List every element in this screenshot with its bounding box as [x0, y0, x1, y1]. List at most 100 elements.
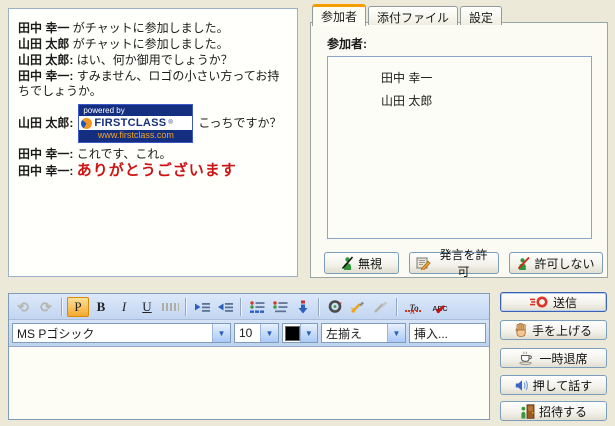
invite-button[interactable]: 招待する	[500, 401, 607, 421]
message-text-emphasis: ありがとうございます	[77, 162, 237, 179]
italic-button[interactable]: I	[113, 297, 135, 317]
ruler-tabs-button[interactable]	[246, 297, 268, 317]
chat-message-with-image: 山田 太郎: powered by FIRSTCLASS ® www.first…	[18, 104, 288, 143]
participant-item[interactable]: 田中 幸一	[328, 66, 591, 89]
toolbar-separator	[185, 298, 187, 316]
send-icon	[530, 296, 549, 308]
chat-message-emphasis: 田中 幸一: ありがとうございます	[18, 163, 288, 179]
undo-button[interactable]: ⟲	[12, 297, 34, 317]
ignore-button[interactable]: 無視	[324, 252, 399, 274]
chat-message: 田中 幸一: これです、これ。	[18, 147, 288, 162]
message-text: がチャットに参加しました。	[73, 21, 229, 35]
italic-label: I	[122, 300, 126, 313]
chat-message: 田中 幸一: すみません、ロゴの小さい方ってお持ちでしょうか。	[18, 69, 288, 99]
align-value: 左揃え	[326, 325, 362, 342]
speaker-name: 田中 幸一:	[18, 147, 73, 161]
message-input[interactable]	[9, 347, 489, 419]
speaker-name: 田中 幸一:	[18, 69, 73, 83]
spellcheck-abc-icon: ABC ✔	[429, 299, 451, 315]
deny-label: 許可しない	[534, 255, 594, 272]
tab-participants[interactable]: 参加者	[312, 4, 366, 26]
chevron-down-icon: ▼	[300, 324, 317, 342]
participants-list[interactable]: 田中 幸一 山田 太郎	[327, 56, 592, 239]
tab-bar: 参加者 添付ファイル 設定	[312, 4, 502, 25]
tab-label: 添付ファイル	[377, 11, 449, 25]
spellcheck-button[interactable]: ABC ✔	[427, 297, 453, 317]
redo-icon: ⟳	[40, 300, 52, 314]
strikethrough-icon	[162, 303, 179, 311]
message-text: こっちですか？	[198, 116, 281, 131]
toolbar-separator	[61, 298, 63, 316]
speaker-name: 山田 太郎:	[18, 53, 73, 67]
logo-brand: FIRSTCLASS	[94, 117, 166, 129]
message-text: はい、何か御用でしょうか？	[77, 53, 233, 67]
plain-style-button[interactable]: P	[67, 297, 89, 317]
raise-hand-label: 手を上げる	[532, 322, 592, 339]
indent-decrease-button[interactable]	[214, 297, 236, 317]
ignore-icon	[341, 256, 354, 270]
indent-increase-button[interactable]	[191, 297, 213, 317]
format-painter-button[interactable]	[347, 297, 369, 317]
logo-powered-by: powered by	[79, 105, 192, 116]
step-away-label: 一時退席	[539, 350, 587, 367]
history-button[interactable]	[324, 297, 346, 317]
coffee-cup-icon	[519, 351, 535, 365]
raise-hand-button[interactable]: 手を上げる	[500, 320, 607, 340]
deny-icon	[517, 256, 530, 270]
indent-decrease-icon	[217, 300, 234, 314]
bold-label: B	[97, 300, 106, 313]
toolbar-separator	[240, 298, 242, 316]
font-color-select[interactable]: ▼	[282, 323, 318, 343]
toolbar-separator	[396, 298, 398, 316]
push-to-talk-button[interactable]: 押して話す	[500, 375, 607, 395]
step-away-button[interactable]: 一時退席	[500, 348, 607, 368]
participant-item[interactable]: 山田 太郎	[328, 89, 591, 112]
font-toolbar: MS Pゴシック ▼ 10 ▼ ▼ 左揃え ▼ 挿入...	[9, 320, 489, 347]
send-button[interactable]: 送信	[500, 292, 607, 312]
memo-pencil-icon	[416, 256, 431, 270]
push-to-talk-label: 押して話す	[533, 377, 593, 394]
participants-panel: 参加者: 田中 幸一 山田 太郎 無視 発言を許可 許可しない	[310, 22, 608, 278]
participants-heading: 参加者:	[327, 35, 367, 52]
line-spacing-button[interactable]	[269, 297, 291, 317]
spellcheck-as-you-type-button[interactable]: To ^	[402, 297, 426, 317]
redo-button[interactable]: ⟳	[35, 297, 57, 317]
format-painter-disabled-button[interactable]	[370, 297, 392, 317]
speaker-name: 山田 太郎:	[18, 116, 73, 131]
format-painter-gray-icon	[373, 299, 389, 314]
toolbar-separator	[318, 298, 320, 316]
allow-speech-button[interactable]: 発言を許可	[409, 252, 499, 274]
globe-icon	[81, 118, 92, 129]
chat-message: 山田 太郎 がチャットに参加しました。	[18, 37, 288, 52]
logo-registered-mark: ®	[168, 117, 172, 129]
align-select[interactable]: 左揃え ▼	[321, 323, 406, 343]
font-family-select[interactable]: MS Pゴシック ▼	[12, 323, 231, 343]
insert-select[interactable]: 挿入...	[409, 323, 486, 343]
speaker-name: 山田 太郎	[18, 37, 69, 51]
tab-attachments[interactable]: 添付ファイル	[368, 6, 458, 25]
plain-label: P	[74, 300, 81, 313]
font-family-value: MS Pゴシック	[17, 325, 94, 342]
chat-message: 山田 太郎: はい、何か御用でしょうか？	[18, 53, 288, 68]
spellcheck-underline-icon: To ^	[404, 299, 424, 315]
font-size-select[interactable]: 10 ▼	[234, 323, 279, 343]
insert-below-button[interactable]	[292, 297, 314, 317]
ignore-label: 無視	[358, 255, 382, 272]
line-spacing-icon	[272, 300, 289, 314]
speaker-icon	[515, 379, 529, 392]
strikethrough-button[interactable]	[159, 297, 181, 317]
tab-settings[interactable]: 設定	[460, 6, 502, 25]
composer-panel: ⟲ ⟳ P B I U	[8, 293, 490, 420]
chevron-down-icon: ▼	[260, 324, 278, 342]
allow-speech-label: 発言を許可	[435, 246, 492, 280]
bold-button[interactable]: B	[90, 297, 112, 317]
raise-hand-icon	[515, 323, 528, 337]
tab-label: 参加者	[321, 10, 357, 24]
invite-label: 招待する	[539, 403, 587, 420]
undo-icon: ⟲	[17, 300, 29, 314]
message-text: がチャットに参加しました。	[73, 37, 229, 51]
chat-transcript[interactable]: 田中 幸一 がチャットに参加しました。 山田 太郎 がチャットに参加しました。 …	[8, 8, 298, 277]
underline-button[interactable]: U	[136, 297, 158, 317]
color-swatch	[285, 326, 300, 341]
deny-button[interactable]: 許可しない	[509, 252, 603, 274]
